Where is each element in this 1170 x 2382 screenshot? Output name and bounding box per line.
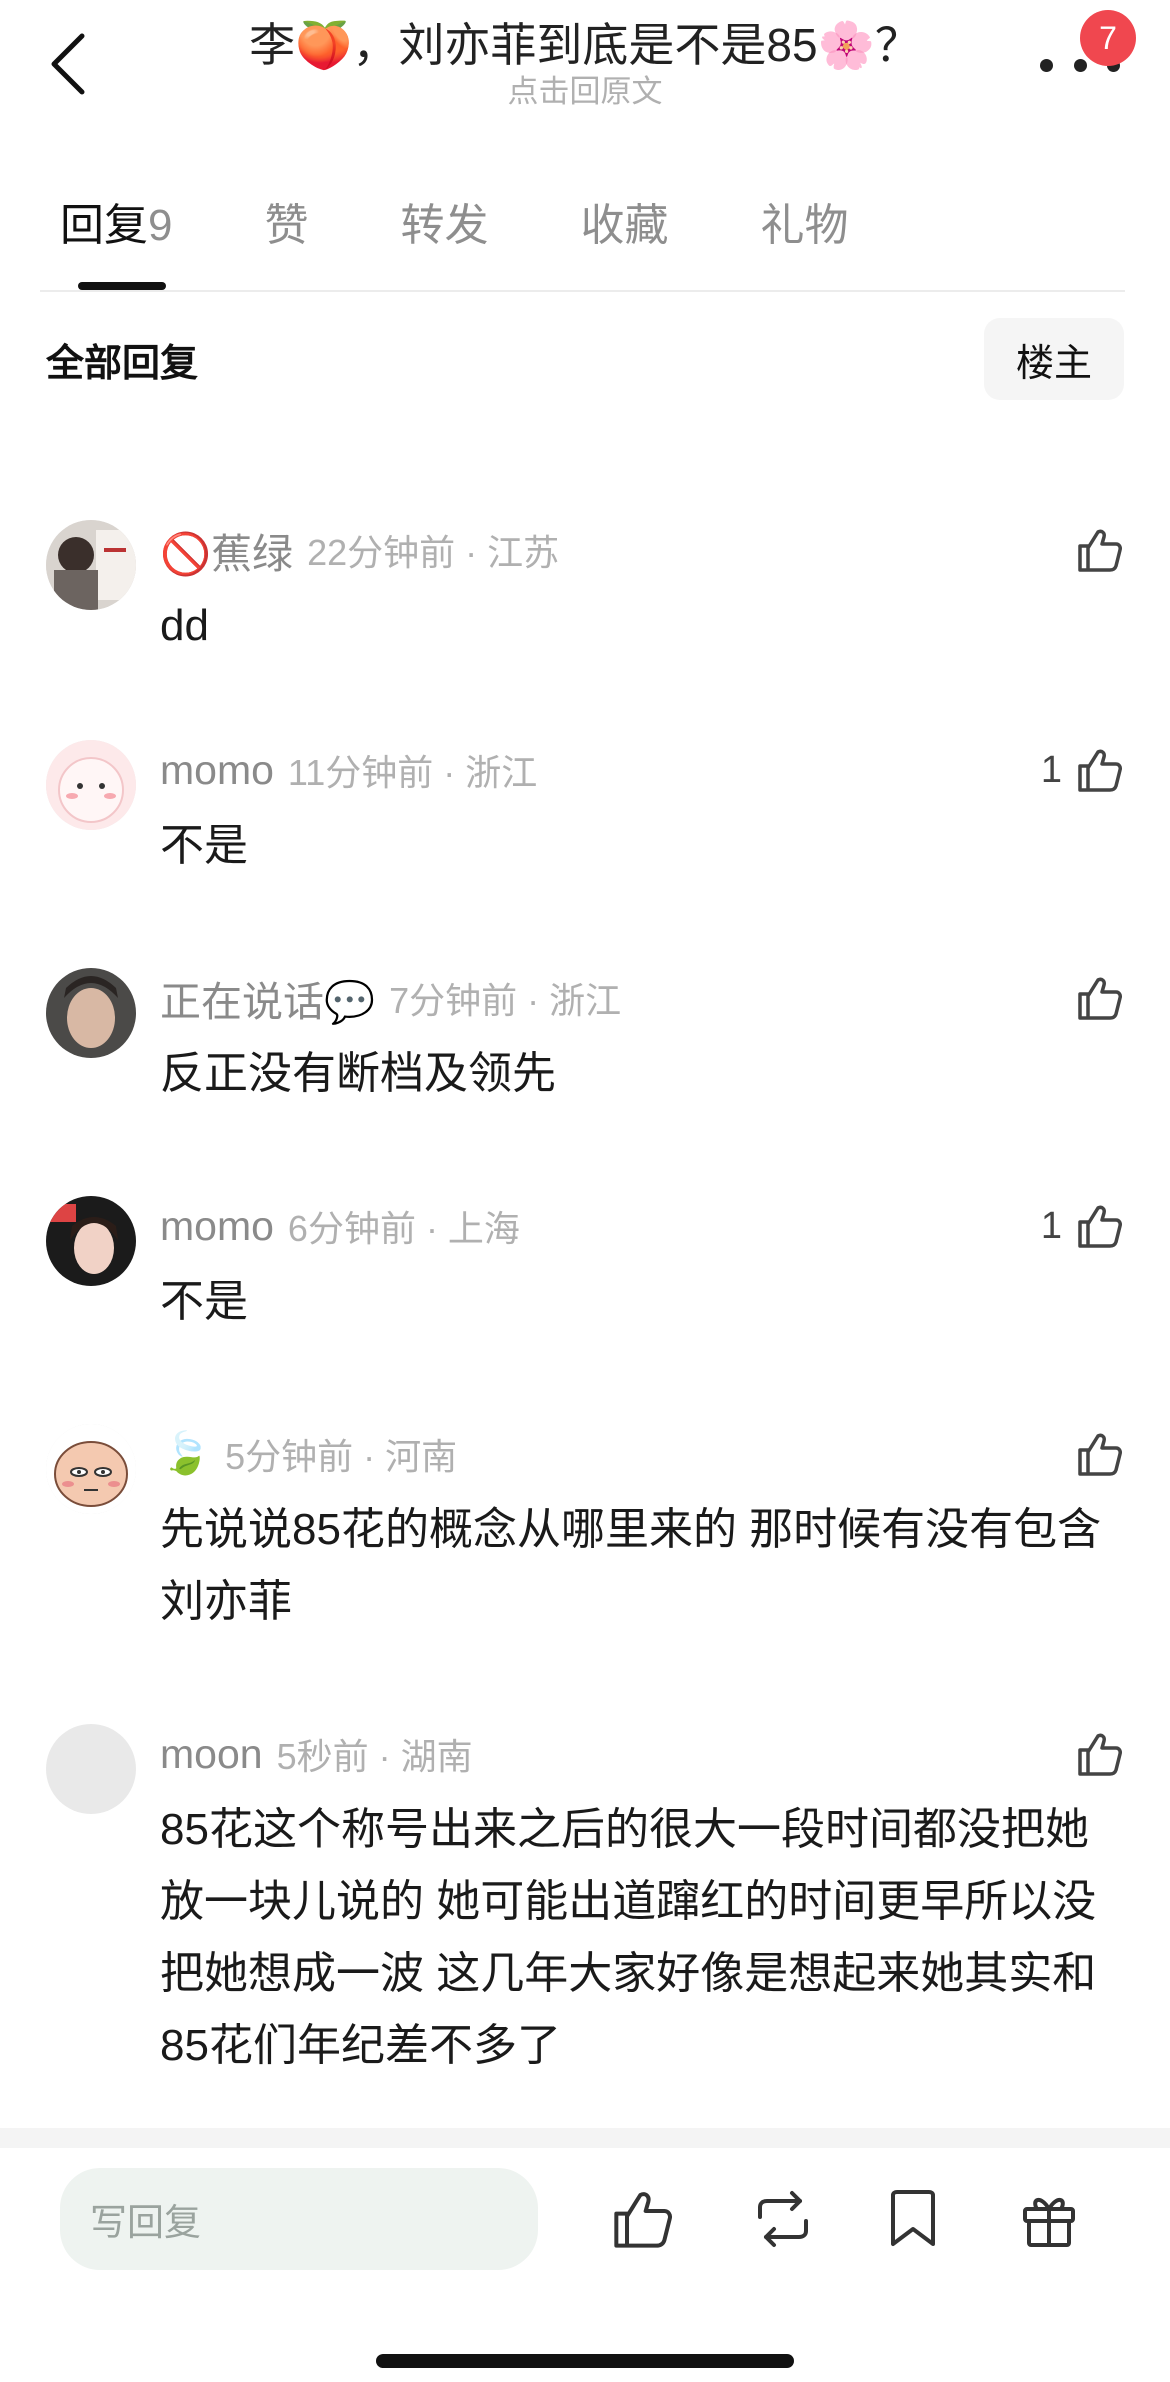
divider <box>40 290 1125 292</box>
comment-text: 85花这个称号出来之后的很大一段时间都没把她放一块儿说的 她可能出道蹿红的时间更… <box>160 1805 1097 2070</box>
like-button[interactable] <box>1062 968 1124 1028</box>
gift-button[interactable] <box>1014 2184 1084 2254</box>
home-indicator <box>376 2354 794 2368</box>
thumb-up-icon <box>1078 1433 1122 1476</box>
avatar[interactable] <box>46 968 136 1058</box>
repost-button[interactable] <box>748 2184 818 2254</box>
more-dot <box>1040 58 1053 72</box>
avatar-image <box>46 1196 136 1286</box>
avatar[interactable] <box>46 740 136 830</box>
comment-item: momo 11分钟前 · 浙江 1 不是 <box>46 740 1124 880</box>
like-button[interactable] <box>1062 1424 1124 1484</box>
comment-item: 🚫蕉绿 22分钟前 · 江苏 dd <box>46 520 1124 660</box>
avatar-image <box>46 520 136 610</box>
active-tab-indicator <box>78 282 166 290</box>
comment-item: 正在说话💬 7分钟前 · 浙江 反正没有断档及领先 <box>46 968 1124 1108</box>
post-title: 李🍑，刘亦菲到底是不是85🌸？ <box>249 19 921 71</box>
avatar[interactable] <box>46 520 136 610</box>
username[interactable]: momo <box>160 1203 274 1250</box>
owner-filter-button[interactable]: 楼主 <box>984 318 1124 400</box>
tab-likes[interactable]: 赞 <box>264 196 308 266</box>
comment-meta: 5分钟前 · 河南 <box>225 1436 458 1477</box>
comment-meta: 6分钟前 · 上海 <box>287 1208 520 1249</box>
notification-badge: 7 <box>1080 10 1136 66</box>
avatar[interactable] <box>46 1424 136 1514</box>
comment-text: 不是 <box>160 821 248 870</box>
comment-item: momo 6分钟前 · 上海 1 不是 <box>46 1196 1124 1336</box>
username[interactable]: momo <box>160 747 274 794</box>
bottom-separator <box>0 2128 1170 2148</box>
tab-favorites[interactable]: 收藏 <box>580 196 668 266</box>
gift-icon <box>1023 2198 1075 2247</box>
comment-text: 先说说85花的概念从哪里来的 那时候有没有包含刘亦菲 <box>160 1505 1102 1626</box>
avatar-image <box>46 740 136 830</box>
like-button[interactable]: 1 <box>1041 1196 1124 1256</box>
comment-meta: 7分钟前 · 浙江 <box>389 980 622 1021</box>
comment-header: 🚫蕉绿 22分钟前 · 江苏 <box>160 520 559 580</box>
bottom-action-bar: 写回复 <box>0 2148 1170 2382</box>
tab-replies-label: 回复 <box>60 201 148 250</box>
like-button[interactable]: 1 <box>1041 740 1124 800</box>
like-button[interactable] <box>1062 520 1124 580</box>
chevron-left-icon <box>51 33 85 95</box>
comment-header: 正在说话💬 7分钟前 · 浙江 <box>160 968 621 1028</box>
like-count: 1 <box>1040 748 1062 791</box>
tab-replies-count: 9 <box>148 201 173 250</box>
tab-reposts[interactable]: 转发 <box>400 196 488 266</box>
thumb-up-icon <box>1078 1733 1122 1776</box>
bookmark-button[interactable] <box>878 2184 948 2254</box>
username[interactable]: 🚫蕉绿 <box>160 520 293 580</box>
avatar-image <box>46 968 136 1058</box>
thumb-up-icon <box>1078 529 1122 572</box>
repost-icon <box>758 2191 808 2247</box>
comment-item: moon 5秒前 · 湖南 85花这个称号出来之后的很大一段时间都没把她放一块儿… <box>46 1724 1124 2094</box>
all-replies-label: 全部回复 <box>46 343 199 385</box>
comment-meta: 5秒前 · 湖南 <box>276 1736 473 1777</box>
thumb-up-icon <box>1078 1205 1122 1248</box>
like-post-button[interactable] <box>608 2184 678 2254</box>
comment-meta: 11分钟前 · 浙江 <box>287 752 538 793</box>
thumb-up-icon <box>1078 977 1122 1020</box>
comment-item: 🍃 5分钟前 · 河南 先说说85花的概念从哪里来的 那时候有没有包含刘亦菲 <box>46 1424 1124 1644</box>
top-bar: 李🍑，刘亦菲到底是不是85🌸？ 点击回原文 7 <box>0 0 1170 150</box>
avatar[interactable] <box>46 1724 136 1814</box>
comment-text: 不是 <box>160 1277 248 1326</box>
thumb-up-icon <box>1078 749 1122 792</box>
comment-header: momo 11分钟前 · 浙江 <box>160 740 537 800</box>
tab-gifts[interactable]: 礼物 <box>760 196 848 266</box>
comment-header: 🍃 5分钟前 · 河南 <box>160 1424 457 1484</box>
back-button[interactable] <box>40 28 96 100</box>
back-to-post-hint: 点击回原文 <box>507 74 663 109</box>
reply-input[interactable]: 写回复 <box>60 2168 538 2270</box>
comment-header: moon 5秒前 · 湖南 <box>160 1724 473 1784</box>
bookmark-icon <box>891 2190 935 2246</box>
username[interactable]: 正在说话💬 <box>160 968 375 1028</box>
like-button[interactable] <box>1062 1724 1124 1784</box>
avatar[interactable] <box>46 1196 136 1286</box>
post-title-link[interactable]: 李🍑，刘亦菲到底是不是85🌸？ 点击回原文 <box>150 14 1020 110</box>
more-dot <box>1073 58 1087 72</box>
username[interactable]: moon <box>160 1731 263 1778</box>
like-icon <box>614 2192 672 2248</box>
comment-header: momo 6分钟前 · 上海 <box>160 1196 520 1256</box>
tab-replies[interactable]: 回复9 <box>60 196 172 266</box>
comment-text: dd <box>160 601 209 650</box>
comment-meta: 22分钟前 · 江苏 <box>307 532 560 573</box>
like-count: 1 <box>1040 1204 1062 1247</box>
tab-bar: 回复9 赞 转发 收藏 礼物 <box>60 196 940 266</box>
username[interactable]: 🍃 <box>160 1430 211 1478</box>
avatar-image <box>46 1424 136 1514</box>
comment-text: 反正没有断档及领先 <box>160 1049 556 1098</box>
filter-row: 全部回复 楼主 <box>46 318 1124 400</box>
